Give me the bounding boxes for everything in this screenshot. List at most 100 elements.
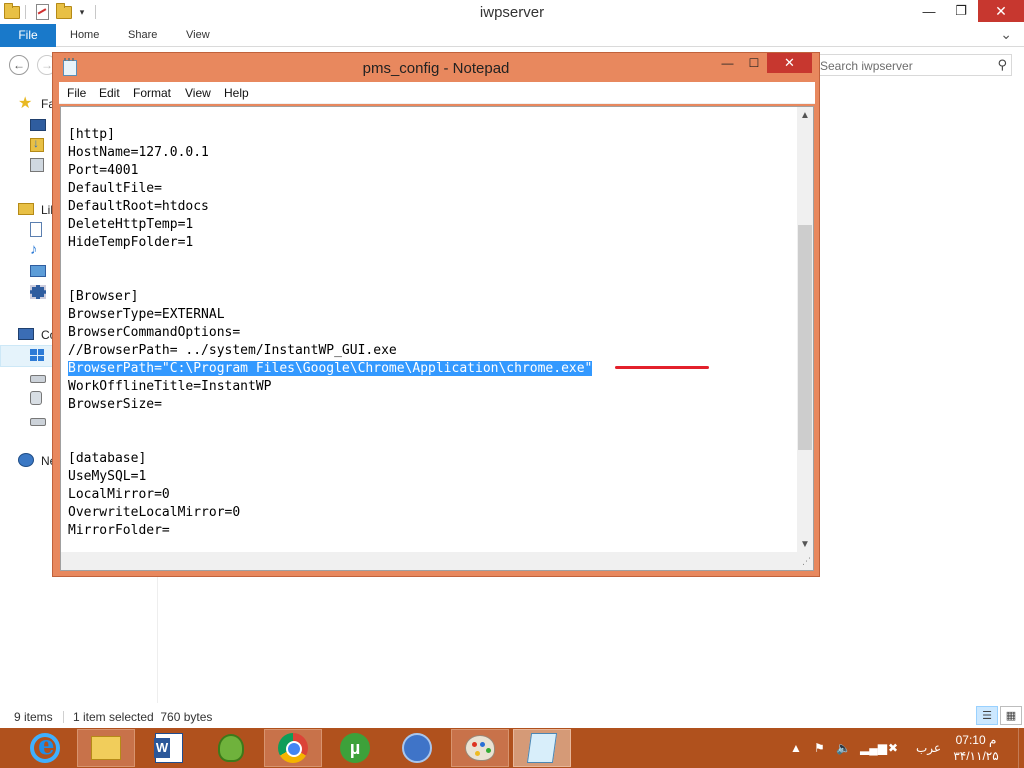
wamp-icon[interactable]	[388, 729, 446, 767]
drive-icon[interactable]	[30, 375, 46, 389]
clock-date[interactable]: ۳۴/۱۱/۲۵	[952, 749, 1000, 763]
text-line-content: Port=4001	[68, 163, 139, 178]
expand-ribbon-icon[interactable]: ⌄	[1000, 26, 1012, 43]
text-line[interactable]: [http]	[68, 126, 798, 144]
network-signal-icon[interactable]: ▂▄▆	[860, 741, 887, 755]
menu-format[interactable]: Format	[133, 86, 171, 100]
explorer-title: iwpserver	[479, 4, 545, 21]
text-line[interactable]	[68, 432, 798, 450]
text-line[interactable]: DefaultRoot=htdocs	[68, 198, 798, 216]
turtle-app-icon[interactable]	[202, 729, 260, 767]
notepad-title: pms_config - Notepad	[362, 60, 510, 77]
maximize-icon[interactable]: ☐	[741, 53, 767, 73]
menu-edit[interactable]: Edit	[99, 86, 120, 100]
menu-help[interactable]: Help	[224, 86, 249, 100]
text-line-content: DeleteHttpTemp=1	[68, 217, 194, 232]
paint-icon[interactable]	[451, 729, 509, 767]
selection-info: 1 item selected 760 bytes	[73, 710, 213, 724]
text-line[interactable]: LocalMirror=0	[68, 486, 798, 504]
close-icon[interactable]: ✕	[767, 53, 812, 73]
text-line-content: LocalMirror=0	[68, 487, 170, 502]
text-line[interactable]: [database]	[68, 450, 798, 468]
text-line[interactable]: BrowserCommandOptions=	[68, 324, 798, 342]
downloads-icon[interactable]	[30, 136, 46, 152]
text-line[interactable]: HostName=127.0.0.1	[68, 144, 798, 162]
close-icon[interactable]: ✕	[978, 0, 1024, 22]
minimize-icon[interactable]: —	[914, 0, 944, 22]
pictures-icon[interactable]	[30, 265, 46, 279]
menu-file[interactable]: File	[67, 86, 86, 100]
scroll-up-icon[interactable]: ▲	[797, 107, 813, 123]
utorrent-icon[interactable]: µ	[326, 729, 384, 767]
text-editor[interactable]: [http] HostName=127.0.0.1 Port=4001 Default…	[60, 106, 814, 571]
horizontal-scrollbar[interactable]	[61, 552, 797, 570]
minimize-icon[interactable]: —	[714, 53, 741, 73]
system-tray: ▲ ⚑ 🔈 ▂▄▆ ✖ عرب 07:10 م ۳۴/۱۱/۲۵	[786, 728, 1024, 768]
file-explorer-icon[interactable]	[77, 729, 135, 767]
notepad-menubar: File Edit Format View Help	[59, 82, 815, 104]
removable-drive-icon[interactable]	[30, 418, 46, 432]
text-line[interactable]: OverwriteLocalMirror=0	[68, 504, 798, 522]
network-disconnected-icon[interactable]: ✖	[888, 741, 898, 755]
show-desktop-button[interactable]	[1018, 728, 1024, 768]
details-view-icon[interactable]: ☰	[976, 706, 998, 725]
clock-time[interactable]: 07:10 م	[952, 733, 1000, 747]
text-line[interactable]: UseMySQL=1	[68, 468, 798, 486]
text-line-content: [Browser]	[68, 289, 139, 304]
text-line[interactable]: BrowserSize=	[68, 396, 798, 414]
text-line[interactable]: MirrorFolder=	[68, 522, 798, 540]
text-line[interactable]: DeleteHttpTemp=1	[68, 216, 798, 234]
text-line-content: [database]	[68, 451, 147, 466]
text-line[interactable]: BrowserType=EXTERNAL	[68, 306, 798, 324]
chrome-icon[interactable]	[264, 729, 322, 767]
item-count: 9 items	[14, 710, 53, 724]
text-line-content: [http]	[68, 127, 115, 142]
local-disk-icon[interactable]	[30, 349, 46, 363]
recent-places-icon[interactable]	[30, 158, 46, 172]
locked-drive-icon[interactable]	[30, 391, 46, 405]
desktop-icon[interactable]	[30, 119, 46, 133]
notepad-icon[interactable]	[513, 729, 571, 767]
text-line[interactable]: DefaultFile=	[68, 180, 798, 198]
nav-network[interactable]	[18, 451, 34, 469]
action-center-icon[interactable]: ⚑	[814, 741, 825, 755]
search-input[interactable]: Search iwpserver ⚲	[815, 54, 1012, 76]
resize-grip-icon[interactable]: ⋰	[797, 552, 813, 570]
text-line[interactable]: WorkOfflineTitle=InstantWP	[68, 378, 798, 396]
text-line[interactable]: //BrowserPath= ../system/InstantWP_GUI.e…	[68, 342, 798, 360]
text-line-content: BrowserType=EXTERNAL	[68, 307, 225, 322]
text-line[interactable]: HideTempFolder=1	[68, 234, 798, 252]
nav-libraries[interactable]	[18, 200, 34, 218]
volume-icon[interactable]: 🔈	[836, 741, 851, 755]
text-line[interactable]: [Browser]	[68, 288, 798, 306]
tab-home[interactable]: Home	[70, 24, 99, 47]
selected-text-line[interactable]: BrowserPath="C:\Program Files\Google\Chr…	[68, 360, 798, 378]
editor-content[interactable]: [http] HostName=127.0.0.1 Port=4001 Default…	[68, 126, 798, 540]
documents-icon[interactable]	[30, 222, 46, 237]
scroll-down-icon[interactable]: ▼	[797, 536, 813, 552]
music-icon[interactable]: ♪	[30, 241, 46, 258]
large-icons-view-icon[interactable]: ▦	[1000, 706, 1022, 725]
videos-icon[interactable]	[30, 285, 46, 299]
tab-file[interactable]: File	[0, 24, 56, 47]
text-line[interactable]	[68, 270, 798, 288]
computer-icon	[18, 328, 34, 340]
text-line[interactable]	[68, 252, 798, 270]
show-hidden-icons-icon[interactable]: ▲	[790, 741, 802, 755]
search-placeholder: Search iwpserver	[820, 59, 913, 73]
tab-view[interactable]: View	[186, 24, 210, 47]
internet-explorer-icon[interactable]	[16, 729, 74, 767]
scroll-thumb[interactable]	[798, 225, 812, 450]
restore-icon[interactable]: ❐	[946, 0, 976, 22]
menu-view[interactable]: View	[185, 86, 211, 100]
tab-share[interactable]: Share	[128, 24, 157, 47]
input-language[interactable]: عرب	[916, 741, 941, 755]
text-line[interactable]: Port=4001	[68, 162, 798, 180]
notepad-titlebar[interactable]: pms_config - Notepad — ☐ ✕	[53, 53, 819, 82]
text-line[interactable]	[68, 414, 798, 432]
back-icon[interactable]: ←	[9, 55, 29, 75]
nav-computer[interactable]	[18, 325, 34, 343]
nav-favorites[interactable]: ★	[18, 94, 32, 112]
vertical-scrollbar[interactable]: ▲ ▼	[797, 107, 813, 552]
word-icon[interactable]	[140, 729, 198, 767]
